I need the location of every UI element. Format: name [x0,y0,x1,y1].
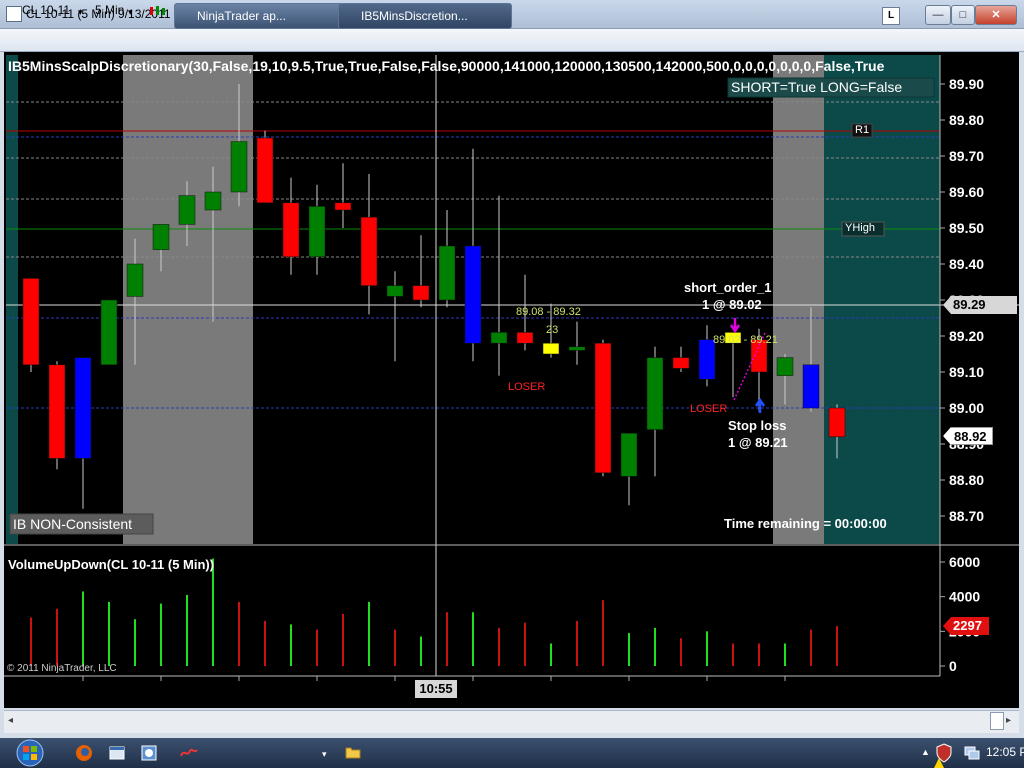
scroll-right-icon[interactable]: ▸ [1006,715,1011,726]
candle-body [126,263,144,297]
candle-body [802,364,820,409]
scroll-left-icon[interactable]: ◂ [8,715,13,726]
time-tick-label: 12:00 [767,681,803,697]
short-order-fill: 1 @ 89.02 [702,297,762,312]
candle-body [22,278,40,366]
volume-tick-label: 6000 [949,554,980,570]
network-icon[interactable] [963,745,981,761]
crosshair-time-marker: 10:55 [415,680,457,698]
candle-body [620,432,638,477]
tray-expand-icon[interactable]: ▲ [921,747,930,757]
time-tick-label: 10:30 [299,681,335,697]
candle-body [152,224,170,250]
ninjatrader-task-button[interactable]: NinjaTrader ap... [174,3,356,29]
price-tick-label: 89.20 [949,328,984,344]
stop-loss-name: Stop loss [728,418,787,433]
candle-body [828,407,846,438]
price-tick-label: 89.10 [949,364,984,380]
price-tick-label: 89.80 [949,112,984,128]
candle-body [516,332,534,344]
candle-body [464,245,482,344]
time-tick-label: 10:15 [221,681,257,697]
taskbar-clock[interactable]: 12:05 PM [986,745,1024,759]
count-label: 23 [546,324,559,336]
window-switch-icon[interactable] [108,744,126,762]
price-tick-label: 89.00 [949,400,984,416]
loser-label-2: LOSER [690,403,728,415]
candle-body [282,202,300,258]
time-tick-label: 10:45 [377,681,413,697]
start-button-icon[interactable] [14,739,46,767]
candle-body [490,332,508,344]
time-tick-label: 10:00 [143,681,179,697]
candle-body [542,342,560,355]
price-tick-label: 89.90 [949,76,984,92]
price-tick-label: 89.60 [949,184,984,200]
price-tick-label: 88.70 [949,508,984,524]
time-tick-label: 11:15 [533,681,568,697]
range-label-2: 89.02 - 89.21 [713,334,778,346]
last-volume-marker: 2297 [943,617,989,635]
ib-status-box: IB NON-Consistent [13,516,133,532]
volume-axis: 6000400020000 [940,554,980,674]
candle-body [646,357,664,430]
position-status-box: SHORT=True LONG=False [731,79,903,95]
price-tick-label: 89.70 [949,148,984,164]
price-tick-label: 89.40 [949,256,984,272]
loser-label: LOSER [508,381,546,393]
time-remaining-label: Time remaining = 00:00:00 [724,516,887,531]
volume-tick-label: 0 [949,658,957,674]
task-dropdown-icon[interactable]: ▾ [322,749,327,760]
price-tick-label: 89.50 [949,220,984,236]
r1-label: R1 [855,124,870,136]
candle-body [594,342,612,474]
folder-icon [345,747,361,759]
stop-loss-fill: 1 @ 89.21 [728,435,788,450]
range-label: 89.08 - 89.32 [516,306,581,318]
volume-series [30,558,838,666]
app-launcher-icon[interactable] [140,744,158,762]
candle-body [204,191,222,211]
scroll-thumb[interactable] [990,712,1004,730]
strategy-label: IB5MinsScalpDiscretionary(30,False,19,10… [8,58,885,74]
crosshair-price-marker: 89.29 [943,296,1017,314]
candle-body [48,364,66,459]
candle-body [568,346,586,351]
volume-panel-title: VolumeUpDown(CL 10-11 (5 Min)) [8,557,215,572]
volume-tick-label: 4000 [949,589,980,605]
short-entry-arrow-icon [729,318,741,334]
folder-task-button[interactable]: IB5MinsDiscretion... [338,3,512,29]
yhigh-label: YHigh [845,222,875,234]
candle-body [334,202,352,211]
last-price-marker: 88.92 [943,427,993,445]
short-order-name: short_order_1 [684,280,772,295]
time-tick-label: 11:00 [455,681,490,697]
candle-body [230,141,248,193]
candle-body [360,216,378,286]
candle-body [438,245,456,301]
candle-body [386,285,404,297]
time-tick-label: 11:45 [689,681,724,697]
candle-body [256,137,274,204]
time-tick-label: 11:30 [611,681,646,697]
candle-body [672,357,690,369]
candle-body [412,285,430,301]
firefox-icon[interactable] [75,744,93,762]
horizontal-scrollbar[interactable] [4,710,1019,733]
tray-warning-icon [934,758,944,768]
candle-body [308,206,326,258]
candle-body [178,195,196,225]
candle-body [776,357,794,376]
candle-body [74,357,92,459]
candle-body [100,299,118,366]
copyright-label: © 2011 NinjaTrader, LLC [7,663,117,674]
price-tick-label: 88.80 [949,472,984,488]
stop-exit-arrow-icon [754,397,766,413]
ninjatrader-app-icon [180,748,198,757]
time-tick-label: 09:45 [65,681,101,697]
